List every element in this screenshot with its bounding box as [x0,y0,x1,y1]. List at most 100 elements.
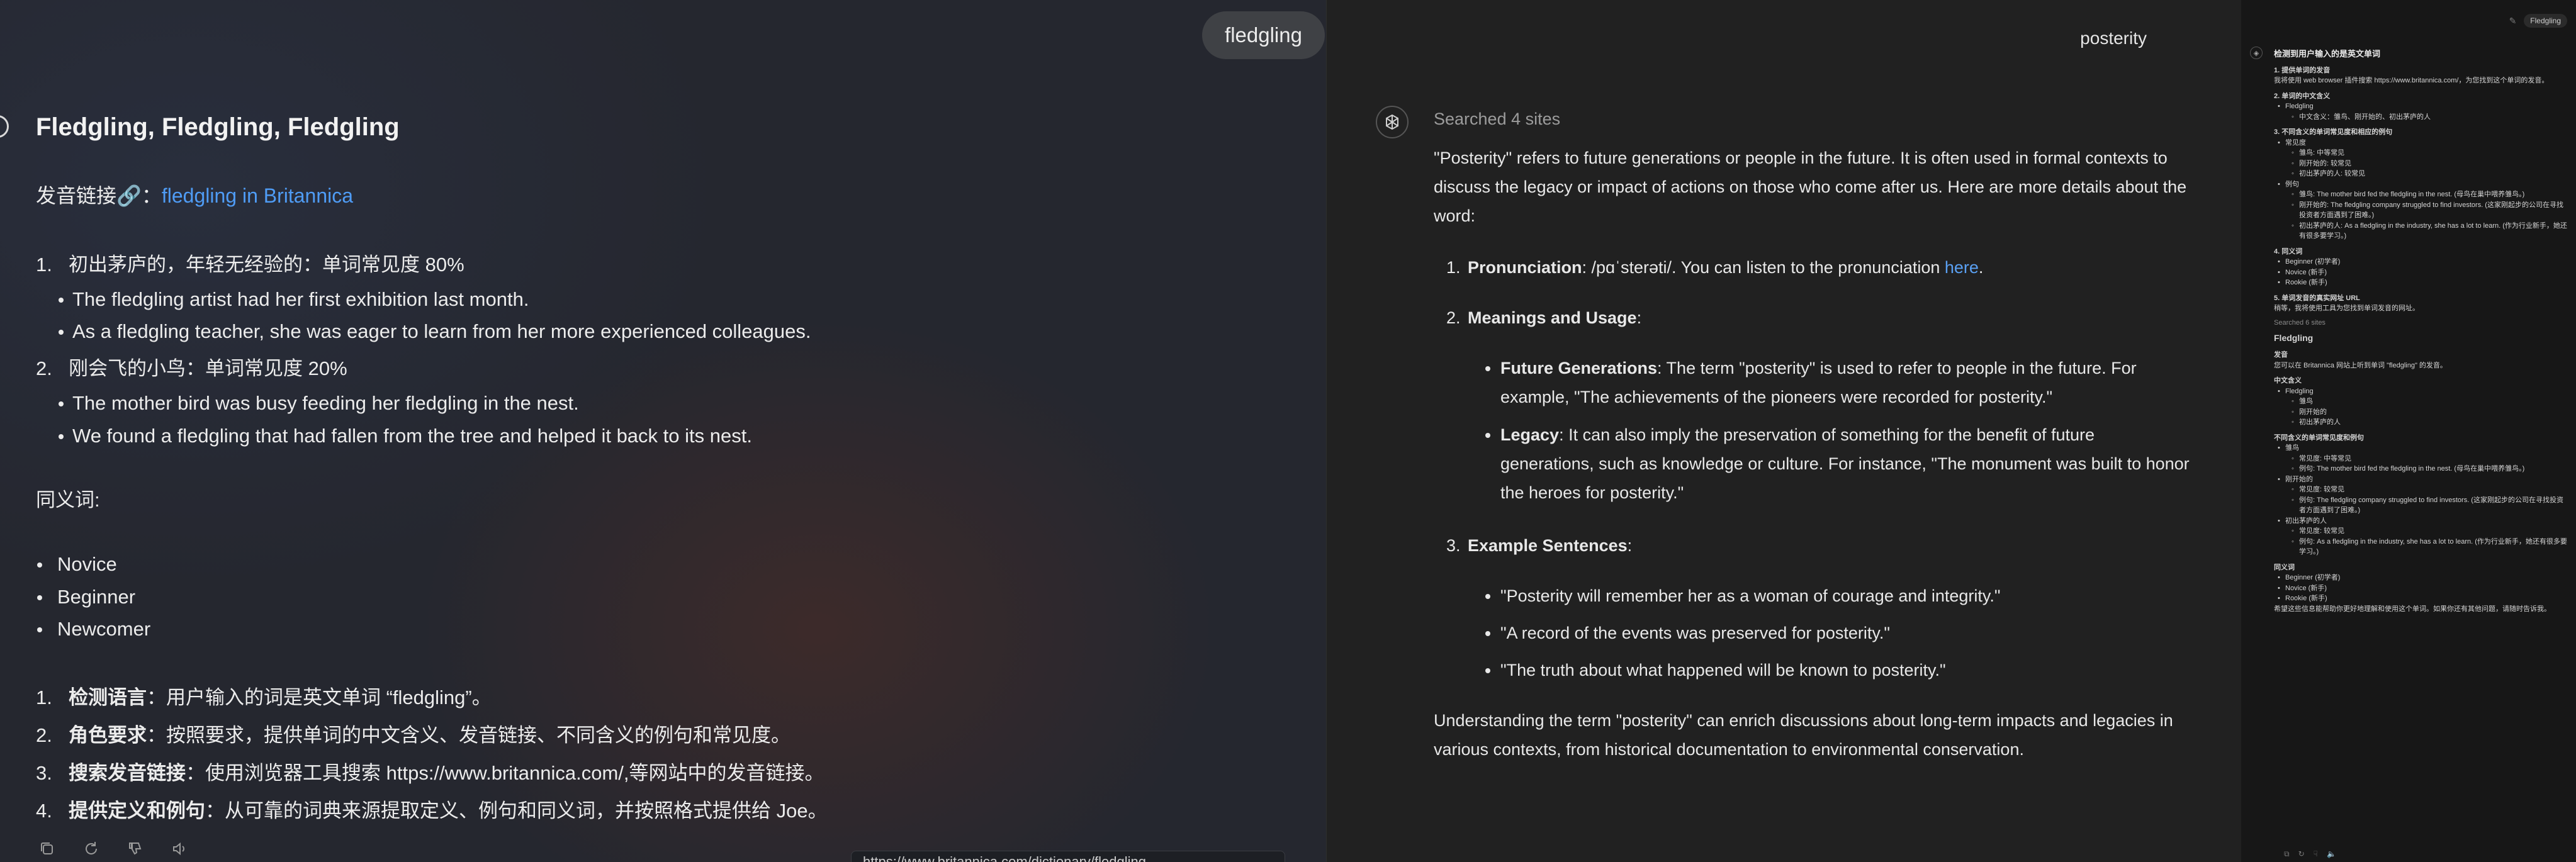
chat-panel-fledgling: fledgling Fledgling, Fledgling, Fledglin… [0,0,1326,862]
response-line: Beginner (初学者) [2278,257,2570,267]
edit-icon[interactable]: ✎ [2509,16,2517,26]
step-title: 提供定义和例句 [69,800,205,822]
response-line: Searched 6 sites [2274,318,2326,327]
response-line: 同义词 [2274,563,2295,571]
synonym-item: Novice [37,551,117,578]
copy-icon[interactable] [36,838,59,859]
response-line: 您可以在 Britannica 网站上听到单词 "fledgling" 的发音。 [2274,361,2447,369]
example-sentence: "Posterity will remember her as a woman … [1485,581,2193,610]
synonym-item: Beginner [37,584,135,610]
outro-paragraph: Understanding the term "posterity" can e… [1434,711,2173,759]
meaning-item: Future Generations: The term "posterity"… [1485,354,2193,411]
assistant-avatar [0,115,9,138]
searched-sites-label[interactable]: Searched 4 sites [1434,104,1560,133]
synonym-item: Newcomer [37,616,150,642]
regenerate-icon[interactable]: ↻ [2298,849,2305,859]
response-line: 中文含义 [2274,377,2302,384]
response-line: 刚开始的: The fledgling company struggled to… [2292,200,2570,221]
assistant-avatar-icon [1376,106,1409,138]
pronunciation-line: 发音链接🔗：fledgling in Britannica [36,182,353,210]
item-title: Meanings and Usage [1468,308,1637,327]
response-line: 雏鸟 [2292,396,2570,407]
example-sentence: "A record of the events was preserved fo… [1485,619,2193,647]
step-text: ：按照要求，提供单词的中文含义、发音链接、不同含义的例句和常见度。 [147,724,790,746]
response-line: 常见度 [2278,138,2570,148]
response-line: 3. 不同含义的单词常见度和相应的例句 [2274,128,2393,136]
step-number: 4. [36,800,52,822]
message-actions [36,838,191,859]
response-line: 4. 同义词 [2274,247,2303,255]
sense-item: 2. 刚会飞的小鸟：单词常见度 20% [36,355,347,382]
user-message-tag: Fledgling [2524,14,2567,28]
step-text: ：使用浏览器工具搜索 https://www.britannica.com/,等… [186,762,824,784]
speaker-icon[interactable]: 🔈 [2327,849,2336,859]
response-line: 刚开始的 [2292,407,2570,418]
synonyms-heading: 同义词: [36,489,100,511]
response-line: Rookie (新手) [2278,277,2570,288]
meaning-title: Legacy [1500,425,1560,444]
response-line: 希望这些信息能帮助你更好地理解和使用这个单词。如果你还有其他问题，请随时告诉我。 [2274,605,2551,613]
response-line: 例句 [2278,179,2570,190]
response-title: Fledgling, Fledgling, Fledgling [36,113,400,141]
response-line: 雏鸟 [2278,443,2570,454]
response-line: 发音 [2274,351,2288,359]
response-line: 例句: The fledgling company struggled to f… [2292,495,2570,516]
step-item: 1. 检测语言：用户输入的词是英文单词 “fledgling”。 [36,685,492,711]
step-title: 搜索发音链接 [69,762,186,784]
response-line: Novice (新手) [2278,583,2570,594]
step-title: 角色要求 [69,724,147,746]
example-sentence: "The truth about what happened will be k… [1485,656,2193,685]
response-lines: 1. 提供单词的发音 我将使用 web browser 插件搜索 https://… [2274,65,2570,615]
step-number: 2. [36,724,52,746]
pronunciation-link[interactable]: here [1945,258,1979,277]
response-line: Fledgling [2278,101,2570,112]
numbered-item: 3. Example Sentences: [1446,531,1632,560]
item-title: Pronunciation [1468,258,1582,277]
user-message: posterity [2080,28,2147,48]
item-end: : [1636,308,1642,327]
thumbs-down-icon[interactable] [124,838,147,859]
item-title: Example Sentences [1468,536,1628,555]
item-end: . [1978,258,1984,277]
item-number: 2. [1446,308,1461,327]
response-heading: 检测到用户输入的是英文单词 [2274,49,2381,59]
regenerate-icon[interactable] [80,838,103,859]
response-line: Beginner (初学者) [2278,573,2570,583]
pronunciation-label: 发音链接🔗： [36,184,162,207]
item-number: 1. [1446,258,1461,277]
item-text: : /pɑˈsterəti/. You can listen to the pr… [1582,258,1945,277]
response-line: Fledgling [2274,333,2314,343]
response-line: Novice (新手) [2278,267,2570,278]
response-line: 雏鸟: 中等常见 [2292,148,2570,159]
item-number: 3. [1446,536,1461,555]
thumbs-down-icon[interactable]: ☟ [2314,849,2318,859]
response-line: 例句: As a fledgling in the industry, she … [2292,537,2570,557]
step-item: 4. 提供定义和例句：从可靠的词典来源提取定义、例句和同义词，并按照格式提供给 J… [36,798,828,824]
user-message-bubble: fledgling [1202,11,1325,59]
response-line: 刚开始的 [2278,474,2570,485]
sense-item: 1. 初出茅庐的，年轻无经验的：单词常见度 80% [36,252,464,278]
chat-panel-posterity: posterity Searched 4 sites "Posterity" r… [1326,0,2241,862]
response-line: 初出茅庐的人 [2278,516,2570,527]
speaker-icon[interactable] [168,838,191,859]
response-line: 5. 单词发音的真实网址 URL [2274,294,2360,302]
step-item: 3. 搜索发音链接：使用浏览器工具搜索 https://www.britannic… [36,760,824,786]
meaning-item: Legacy: It can also imply the preservati… [1485,420,2193,507]
numbered-item: 1. Pronunciation: /pɑˈsterəti/. You can l… [1446,253,1983,282]
response-line: 常见度: 中等常见 [2292,454,2570,464]
britannica-link[interactable]: fledgling in Britannica [162,184,353,207]
chat-panel-sidebar-preview: ✎ Fledgling ◈ 检测到用户输入的是英文单词 1. 提供单词的发音 我将… [2241,0,2576,862]
url-bar[interactable]: https://www.britannica.com/dictionary/fl… [851,851,1285,862]
response-line: Fledgling [2278,386,2570,397]
response-line: 稍等，我将使用工具为您找到单词发音的网址。 [2274,305,2419,312]
step-number: 1. [36,686,52,708]
assistant-avatar-icon: ◈ [2250,47,2263,59]
assistant-response-small: 检测到用户输入的是英文单词 1. 提供单词的发音 我将使用 web browser… [2274,48,2570,614]
response-line: 2. 单词的中文含义 [2274,92,2331,100]
sense-number: 1. [36,254,52,276]
copy-icon[interactable]: ⧉ [2284,849,2290,859]
intro-paragraph: "Posterity" refers to future generations… [1434,148,2187,225]
example-sentence: The mother bird was busy feeding her fle… [59,390,579,417]
response-line: 雏鸟: The mother bird fed the fledgling in… [2292,189,2570,200]
sense-number: 2. [36,357,52,379]
